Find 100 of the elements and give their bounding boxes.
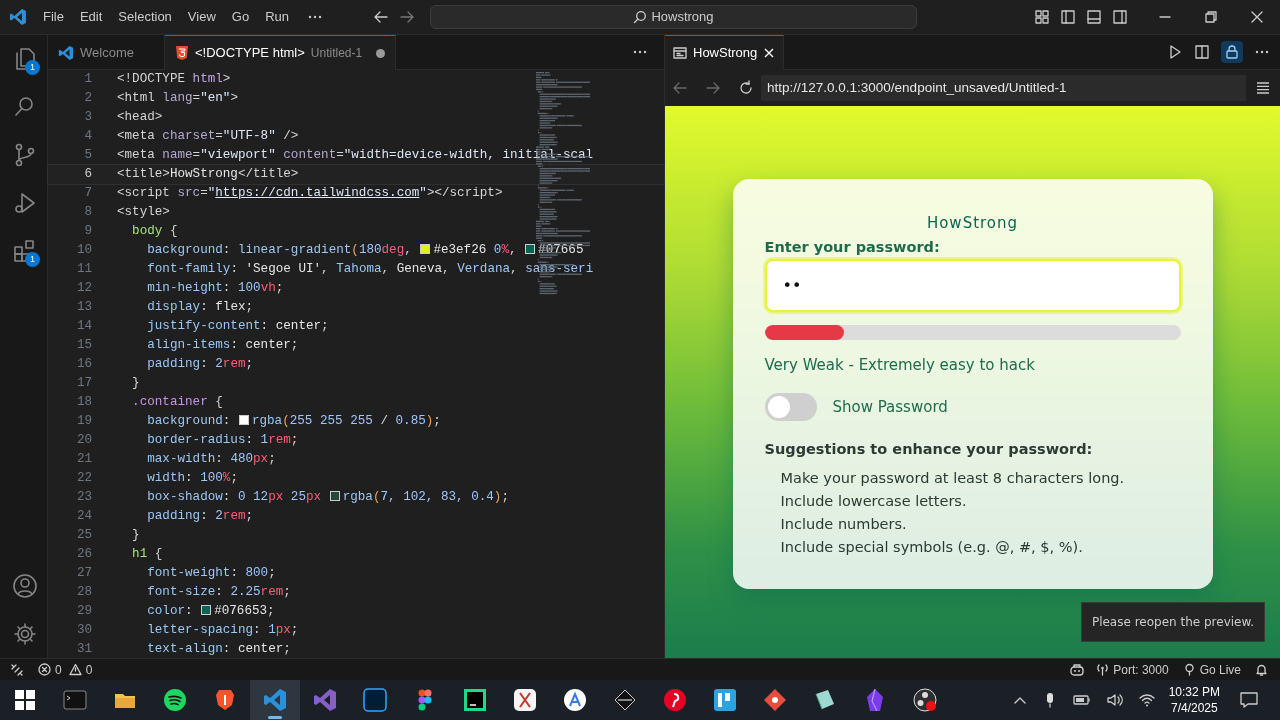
secondary-sidebar-icon[interactable] bbox=[1112, 9, 1128, 25]
line-number: 19 bbox=[75, 413, 92, 430]
copilot-icon[interactable] bbox=[1070, 662, 1085, 677]
code-line: <meta name="viewport" content="width=device-width, initial-scal bbox=[117, 148, 594, 162]
line-number: 3 bbox=[83, 109, 92, 126]
line-number: 2 bbox=[83, 90, 92, 107]
app-icon bbox=[613, 688, 637, 712]
menu-item[interactable]: File bbox=[35, 7, 72, 27]
line-number: 21 bbox=[75, 451, 92, 468]
app-icon bbox=[663, 688, 687, 712]
split-editor-icon[interactable] bbox=[1194, 44, 1210, 60]
line-number: 22 bbox=[75, 470, 92, 487]
bell-icon[interactable] bbox=[1255, 663, 1268, 676]
menu-icon[interactable] bbox=[1256, 81, 1270, 95]
menu-item[interactable]: View bbox=[179, 7, 224, 27]
code-line: <head> bbox=[117, 110, 163, 124]
sidebar-toggle-icon[interactable] bbox=[1060, 9, 1076, 25]
layout-icon[interactable] bbox=[1034, 9, 1050, 25]
close-icon[interactable] bbox=[1251, 11, 1263, 23]
wifi-icon[interactable] bbox=[1138, 693, 1155, 707]
app-icon bbox=[813, 688, 837, 712]
search-field[interactable]: Howstrong bbox=[430, 5, 917, 29]
close-icon[interactable] bbox=[763, 46, 776, 59]
tab-label: <!DOCTYPE html> bbox=[195, 44, 305, 63]
battery-icon[interactable] bbox=[1072, 694, 1091, 706]
strength-text: Very Weak - Extremely easy to hack bbox=[764, 355, 1036, 375]
warning-count: 0 bbox=[85, 661, 93, 679]
problems-indicator[interactable]: 0 0 bbox=[38, 660, 93, 679]
code-line: font-family: 'Segoe UI', Tahoma, Geneva, Verdana, sans-seri bbox=[146, 262, 594, 276]
line-number: 31 bbox=[75, 641, 92, 658]
panel-toggle-icon[interactable] bbox=[1086, 9, 1102, 25]
code-line: align-items: center; bbox=[146, 338, 299, 352]
run-icon[interactable] bbox=[1167, 44, 1183, 60]
show-password-toggle[interactable] bbox=[764, 393, 817, 421]
line-number: 4 bbox=[83, 128, 92, 145]
preview-tab[interactable]: HowStrong bbox=[665, 34, 785, 70]
run-debug-icon bbox=[12, 190, 38, 216]
vscode-logo-icon bbox=[58, 44, 74, 61]
forward-arrow-icon[interactable] bbox=[399, 9, 415, 25]
menu-item[interactable]: Selection bbox=[110, 7, 180, 27]
code-line: body { bbox=[131, 224, 178, 238]
line-number: 15 bbox=[75, 337, 92, 354]
app-icon bbox=[913, 688, 937, 712]
code-line: background: rgba(255 255 255 / 0.85); bbox=[146, 414, 441, 428]
search-icon bbox=[633, 10, 648, 24]
editor-tab[interactable]: <!DOCTYPE html> Untitled-1 bbox=[165, 35, 397, 70]
code-line: border-radius: 1rem; bbox=[146, 433, 299, 447]
windows-start-icon[interactable] bbox=[15, 690, 35, 710]
lock-icon[interactable] bbox=[1221, 41, 1243, 63]
app-icon bbox=[513, 688, 537, 712]
clock[interactable]: 10:32 PM 7/4/2025 bbox=[1168, 684, 1220, 716]
notification-badge: 1 bbox=[25, 252, 40, 267]
code-line: width: 100%; bbox=[146, 471, 238, 485]
suggestion-item: Include lowercase letters. bbox=[780, 493, 967, 509]
menu-item[interactable]: Go bbox=[223, 7, 258, 27]
code-line: <html lang="en"> bbox=[117, 91, 238, 105]
forward-arrow-icon[interactable] bbox=[705, 80, 721, 96]
error-count: 0 bbox=[55, 661, 62, 679]
page-title: HowStrong bbox=[925, 213, 1020, 234]
code-line: justify-content: center; bbox=[146, 319, 329, 333]
warning-icon bbox=[68, 663, 82, 676]
account-icon[interactable] bbox=[12, 573, 38, 599]
activity-bar-item[interactable]: 1 bbox=[0, 35, 48, 83]
reload-icon[interactable] bbox=[738, 80, 754, 96]
line-number: 13 bbox=[75, 299, 92, 316]
password-field[interactable]: •• bbox=[764, 259, 1181, 312]
tab-description: Untitled-1 bbox=[310, 45, 363, 62]
suggestion-item: Include special symbols (e.g. @, #, $, %). bbox=[780, 539, 1083, 555]
volume-icon[interactable] bbox=[1106, 693, 1123, 707]
line-number: 28 bbox=[75, 584, 92, 601]
toggle-label: Show Password bbox=[832, 396, 948, 418]
remote-icon[interactable] bbox=[10, 662, 24, 677]
notifications-icon[interactable] bbox=[1240, 692, 1258, 708]
code-line: box-shadow: 0 12px 25px rgba(7, 102, 83, 0.4); bbox=[146, 490, 509, 504]
line-number: 1 bbox=[83, 71, 92, 88]
back-arrow-icon[interactable] bbox=[373, 9, 389, 25]
notification-toast: Please reopen the preview. bbox=[1080, 602, 1265, 642]
line-number: 18 bbox=[75, 394, 92, 411]
settings-icon[interactable] bbox=[12, 621, 38, 647]
line-number: 26 bbox=[75, 546, 92, 563]
code-line: <style> bbox=[117, 205, 170, 219]
line-number: 24 bbox=[75, 508, 92, 525]
go-live-button[interactable]: Go Live bbox=[1182, 660, 1241, 679]
app-icon bbox=[713, 688, 737, 712]
line-number: 17 bbox=[75, 375, 92, 392]
code-line: background: linear-gradient(180deg, #e3ef26 0%, #07665 bbox=[146, 243, 584, 257]
line-number: 6 bbox=[83, 166, 92, 183]
code-line: padding: 2rem; bbox=[146, 509, 254, 523]
menu-item[interactable]: Run bbox=[257, 7, 297, 27]
activity-bar-item[interactable]: 1 bbox=[0, 227, 48, 275]
restore-icon[interactable] bbox=[1205, 11, 1217, 23]
code-line: padding: 2rem; bbox=[146, 357, 254, 371]
port-indicator[interactable]: Port: 3000 bbox=[1096, 660, 1169, 679]
url-field[interactable]: http://127.0.0.1:3000/endpoint_unsaved/Untitled-1 bbox=[761, 75, 1246, 101]
menu-item[interactable]: Edit bbox=[71, 7, 111, 27]
line-number: 11 bbox=[75, 261, 92, 278]
line-number: 12 bbox=[75, 280, 92, 297]
line-number: 7 bbox=[83, 185, 92, 202]
line-number: 5 bbox=[83, 147, 92, 164]
app-icon bbox=[313, 688, 337, 712]
